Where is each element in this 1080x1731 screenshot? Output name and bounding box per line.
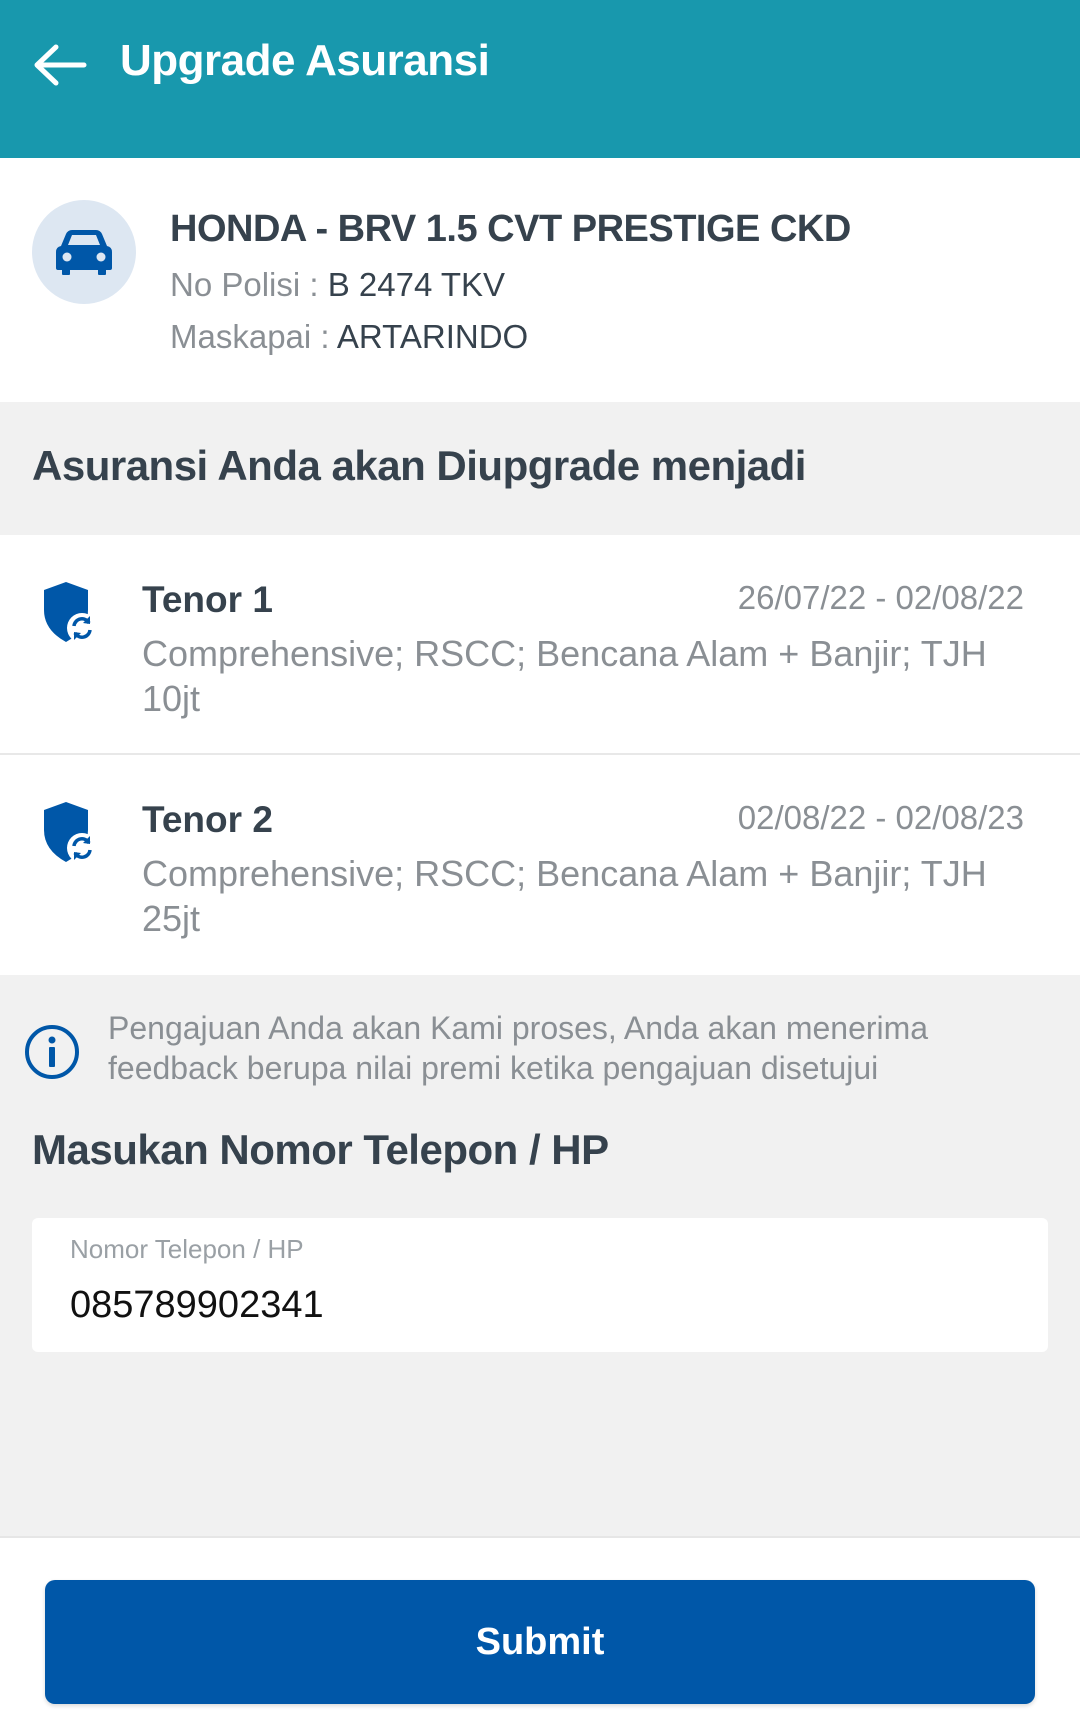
shield-refresh-icon [44,582,97,643]
arrow-left-icon [34,44,87,86]
car-avatar [32,200,136,304]
tenor-name: Tenor 2 [142,799,273,840]
info-icon [25,1025,79,1079]
info-text: Pengajuan Anda akan Kami proses, Anda ak… [108,1010,929,1086]
phone-input[interactable] [70,1278,1010,1332]
police-number-value: B 2474 TKV [327,266,506,303]
app-bar: Upgrade Asuransi [0,0,1080,158]
footer-bar: Submit [0,1536,1080,1731]
police-number-row: No Polisi : B 2474 TKV [170,266,505,304]
insurer-label: Maskapai : [170,318,337,355]
tenor-list: Tenor 1 26/07/22 - 02/08/22 Comprehensiv… [0,535,1080,975]
tenor-item: Tenor 1 26/07/22 - 02/08/22 Comprehensiv… [0,535,1080,755]
tenor-date-range: 26/07/22 - 02/08/22 [737,579,1024,616]
insurer-row: Maskapai : ARTARINDO [170,318,528,356]
tenor-date-range: 02/08/22 - 02/08/23 [737,799,1024,836]
phone-field[interactable]: Nomor Telepon / HP [32,1218,1048,1352]
insurer-value: ARTARINDO [336,318,529,355]
back-button[interactable] [30,35,90,95]
vehicle-card: HONDA - BRV 1.5 CVT PRESTIGE CKD No Poli… [0,158,1080,402]
phone-field-label: Nomor Telepon / HP [70,1234,304,1264]
tenor-item: Tenor 2 02/08/22 - 02/08/23 Comprehensiv… [0,755,1080,975]
tenor-description: Comprehensive; RSCC; Bencana Alam + Banj… [142,633,987,719]
vehicle-name: HONDA - BRV 1.5 CVT PRESTIGE CKD [170,208,851,250]
page-title: Upgrade Asuransi [120,36,490,85]
tenor-description: Comprehensive; RSCC; Bencana Alam + Banj… [142,853,987,939]
info-notice: Pengajuan Anda akan Kami proses, Anda ak… [24,1008,1054,1088]
phone-section-label: Masukan Nomor Telepon / HP [32,1126,609,1173]
police-number-label: No Polisi : [170,266,328,303]
shield-refresh-icon [44,802,97,863]
upgrade-section-title: Asuransi Anda akan Diupgrade menjadi [32,442,806,489]
car-icon [56,230,112,275]
submit-button[interactable]: Submit [45,1580,1035,1704]
tenor-name: Tenor 1 [142,579,273,620]
